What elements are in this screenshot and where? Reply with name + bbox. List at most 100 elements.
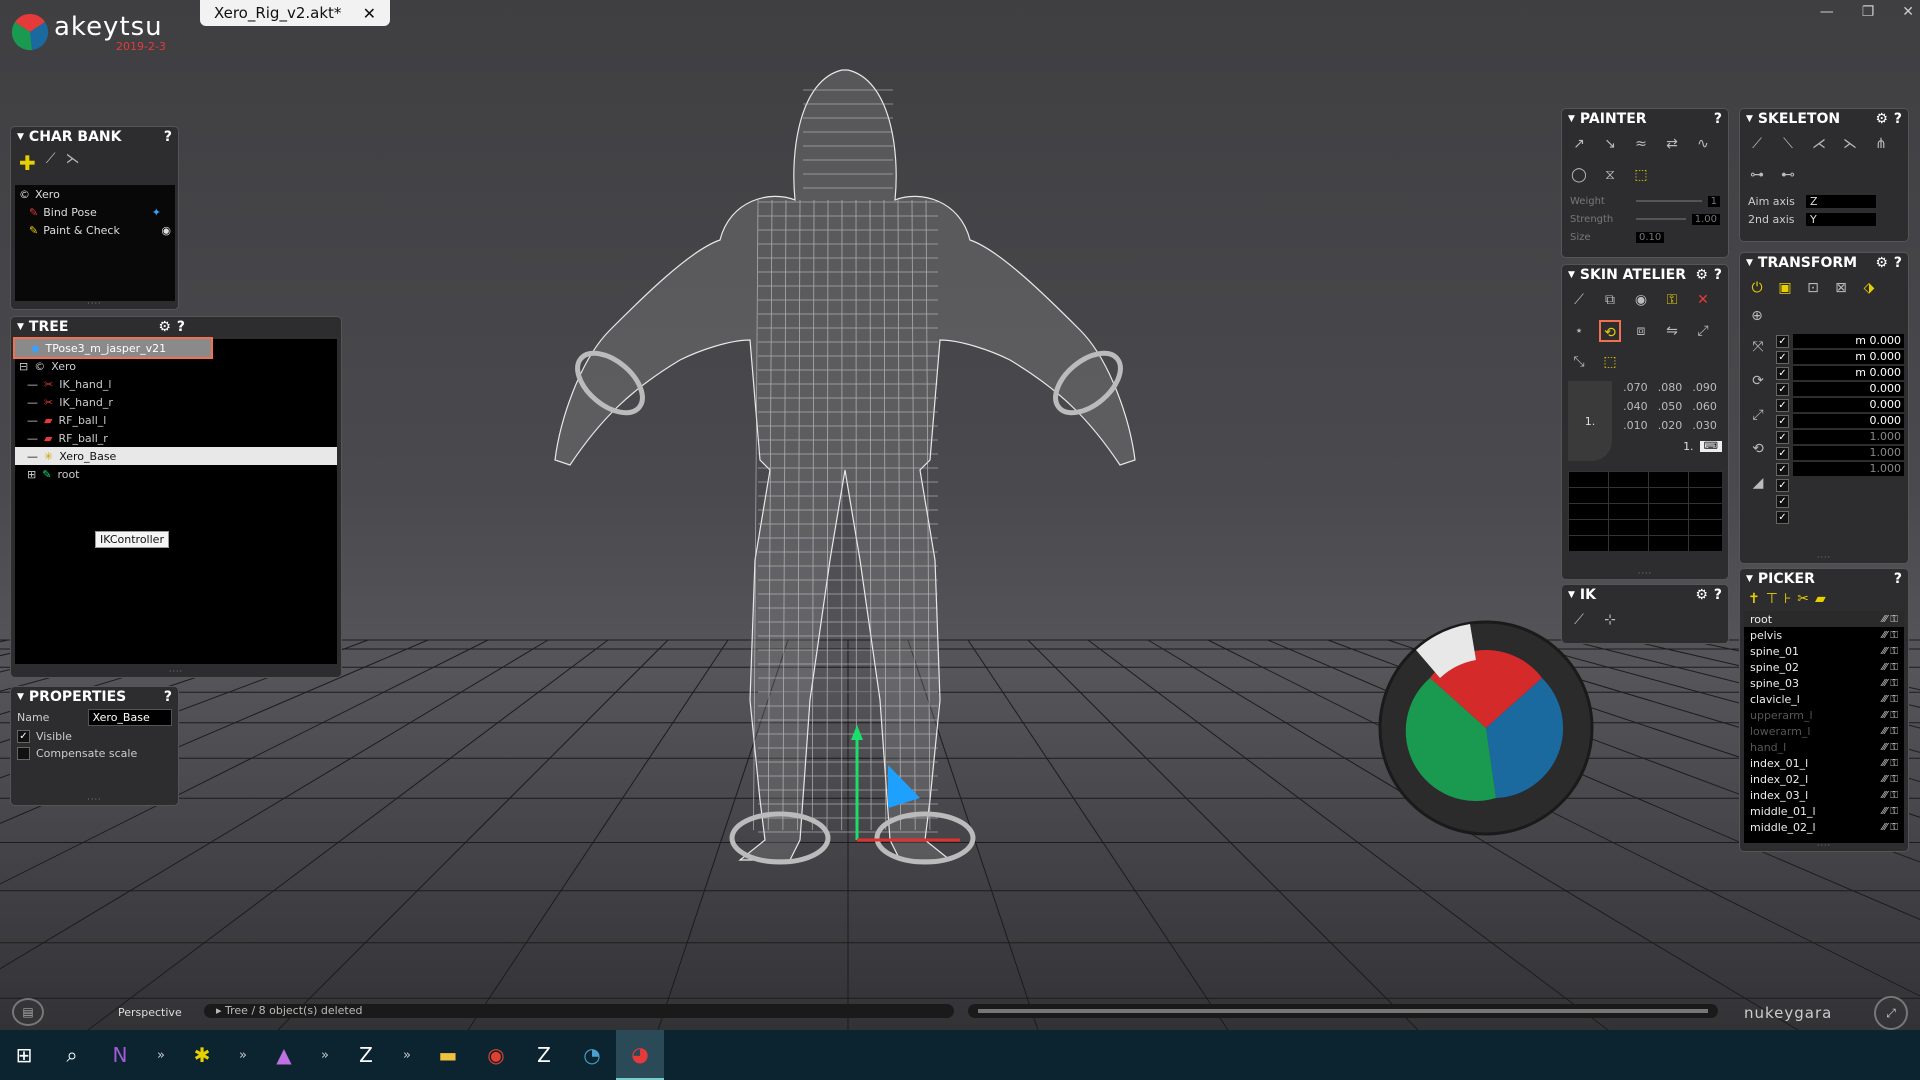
skin-grow-icon[interactable]: ⤡ [1568, 351, 1590, 373]
brush-blur-icon[interactable]: ∿ [1692, 133, 1714, 155]
radial-menu[interactable] [1378, 620, 1594, 836]
brush-replace-icon[interactable]: ⇄ [1661, 133, 1683, 155]
pick-hierarchy-icon[interactable]: ⊦ [1784, 591, 1791, 607]
brush-shape-icon[interactable]: ◯ [1568, 164, 1590, 186]
axis-checkbox[interactable]: ✓ [1776, 334, 1789, 348]
tree-item[interactable]: ⊞ ✎ root [15, 465, 337, 483]
weight-preset[interactable]: .030 [1687, 419, 1722, 432]
akeytsu-taskbar-icon[interactable]: ◕ [616, 1030, 664, 1080]
rig-tool-icon[interactable]: ⋋ [66, 151, 80, 175]
picker-item[interactable]: spine_01 ⁄⁄⁄ ⚿ [1744, 643, 1904, 659]
weight-preset[interactable]: .080 [1653, 381, 1688, 394]
pick-chain-icon[interactable]: ⊤ [1766, 591, 1778, 607]
bone-create-icon[interactable]: ⟋ [1746, 133, 1768, 155]
tree-item[interactable]: ◆ TPose3_m_jasper_v21 [13, 337, 213, 359]
skin-lock-icon[interactable]: ⚿ [1661, 289, 1683, 311]
snap-icon[interactable]: ⬗ [1858, 277, 1880, 299]
layout-icon[interactable]: ▤ [12, 998, 44, 1026]
rotate-z-value[interactable]: 0.000 [1793, 414, 1904, 428]
skeleton-header[interactable]: ▼ SKELETON ⚙? [1740, 109, 1908, 129]
axis-checkbox[interactable]: ✓ [1776, 350, 1789, 364]
file-explorer-icon[interactable]: ▬ [424, 1030, 472, 1080]
picker-item[interactable]: spine_03 ⁄⁄⁄ ⚿ [1744, 675, 1904, 691]
gear-icon[interactable]: ⚙ [158, 319, 171, 335]
bone-split-icon[interactable]: ⋌ [1808, 133, 1830, 155]
translate-y-value[interactable]: m 0.000 [1793, 350, 1904, 364]
translate-z-value[interactable]: m 0.000 [1793, 366, 1904, 380]
reset-icon[interactable]: ⟲ [1744, 441, 1772, 457]
pick-foot-icon[interactable]: ▰ [1815, 591, 1826, 607]
picker-item[interactable]: root ⁄⁄⁄ ⚿ [1744, 611, 1904, 627]
strength-slider[interactable] [1636, 218, 1686, 220]
picker-item[interactable]: index_01_l ⁄⁄⁄ ⚿ [1744, 755, 1904, 771]
strength-value[interactable]: 1.00 [1691, 213, 1720, 225]
axis-checkbox[interactable]: ✓ [1776, 382, 1789, 396]
weight-value[interactable]: 1 [1707, 195, 1720, 207]
bone-insert-icon[interactable]: ⟍ [1777, 133, 1799, 155]
log-bar[interactable]: ▸ Tree / 8 object(s) deleted [204, 1004, 954, 1018]
charbank-item-paint-check[interactable]: ✎ Paint & Check ◉ [15, 221, 175, 239]
chevron-icon[interactable]: » [308, 1048, 342, 1063]
charbank-item-bind-pose[interactable]: ✎ Bind Pose ✦ [15, 203, 175, 221]
bone-chain-icon[interactable]: ⊷ [1777, 164, 1799, 186]
tree-item[interactable]: ⊟ © Xero [15, 357, 337, 375]
name-field[interactable]: Xero_Base [87, 709, 172, 726]
picker-item[interactable]: hand_l ⁄⁄⁄ ⚿ [1744, 739, 1904, 755]
second-axis-select[interactable]: Y [1806, 212, 1876, 226]
picker-item[interactable]: middle_02_l ⁄⁄⁄ ⚿ [1744, 819, 1904, 835]
gear-icon[interactable]: ⚙ [1695, 587, 1708, 603]
weight-preset[interactable]: .020 [1653, 419, 1688, 432]
lock-icon[interactable]: ⁄⁄⁄ ⚿ [1882, 742, 1904, 753]
lock-icon[interactable]: ⁄⁄⁄ ⚿ [1882, 726, 1904, 737]
axis-checkbox[interactable]: ✓ [1776, 398, 1789, 412]
transform-header[interactable]: ▼ TRANSFORM ⚙? [1740, 253, 1908, 273]
aim-axis-select[interactable]: Z [1806, 194, 1876, 208]
weight-preset[interactable]: .010 [1618, 419, 1653, 432]
lock-icon[interactable]: ⁄⁄⁄ ⚿ [1882, 614, 1904, 625]
scale-icon[interactable]: ⤢ [1744, 407, 1772, 423]
axis-checkbox[interactable]: ✓ [1776, 478, 1789, 492]
skin-prune-icon[interactable]: ⤢ [1692, 320, 1714, 342]
brush-smooth-icon[interactable]: ≈ [1630, 133, 1652, 155]
charbank-header[interactable]: ▼ CHAR BANK? [11, 127, 178, 147]
zbrush-second-icon[interactable]: Z [520, 1030, 568, 1080]
lock-icon[interactable]: ⁄⁄⁄ ⚿ [1882, 678, 1904, 689]
help-icon[interactable]: ? [164, 689, 172, 705]
lock-icon[interactable]: ⁄⁄⁄ ⚿ [1882, 822, 1904, 833]
close-window-button[interactable]: ✕ [1902, 4, 1914, 20]
bone-tool-icon[interactable]: ⟋ [46, 151, 56, 175]
chevron-icon[interactable]: » [226, 1048, 260, 1063]
resize-grip[interactable]: ···· [1817, 553, 1831, 562]
help-icon[interactable]: ? [1894, 571, 1902, 587]
picker-item[interactable]: lowerarm_l ⁄⁄⁄ ⚿ [1744, 723, 1904, 739]
pick-ik-icon[interactable]: ✂ [1797, 591, 1809, 607]
weight-slider[interactable] [1636, 200, 1702, 202]
help-icon[interactable]: ? [1894, 255, 1902, 271]
axis-checkbox[interactable]: ✓ [1776, 446, 1789, 460]
help-icon[interactable]: ? [1714, 267, 1722, 283]
brush-subtract-icon[interactable]: ↘ [1599, 133, 1621, 155]
resize-grip[interactable]: ···· [87, 795, 101, 804]
world-space-icon[interactable]: ⏻ [1746, 277, 1768, 299]
axis-checkbox[interactable]: ✓ [1776, 462, 1789, 476]
lock-icon[interactable]: ⁄⁄⁄ ⚿ [1882, 630, 1904, 641]
axis-checkbox[interactable]: ✓ [1776, 366, 1789, 380]
skin-bind-icon[interactable]: ⟋ [1568, 289, 1590, 311]
windows-start-icon[interactable]: ⊞ [0, 1030, 48, 1080]
bone-mirror-icon[interactable]: ⋋ [1839, 133, 1861, 155]
weight-preset[interactable]: .050 [1653, 400, 1688, 413]
charbank-item-xero[interactable]: © Xero [15, 185, 175, 203]
rotate-y-value[interactable]: 0.000 [1793, 398, 1904, 412]
view-label[interactable]: Perspective [118, 1006, 182, 1019]
add-character-icon[interactable]: ✚ [19, 151, 36, 175]
axis-checkbox[interactable]: ✓ [1776, 510, 1789, 524]
chrome-icon[interactable]: ◉ [472, 1030, 520, 1080]
picker-header[interactable]: ▼ PICKER? [1740, 569, 1908, 589]
keyboard-icon[interactable]: ⌨ [1699, 441, 1722, 452]
zbrush-icon[interactable]: Z [342, 1030, 390, 1080]
bone-reparent-icon[interactable]: ⊶ [1746, 164, 1768, 186]
brush-add-icon[interactable]: ↗ [1568, 133, 1590, 155]
brush-mirror-icon[interactable]: ⧖ [1599, 164, 1621, 186]
app-launcher-icon[interactable]: ✱ [178, 1030, 226, 1080]
picker-item[interactable]: spine_02 ⁄⁄⁄ ⚿ [1744, 659, 1904, 675]
